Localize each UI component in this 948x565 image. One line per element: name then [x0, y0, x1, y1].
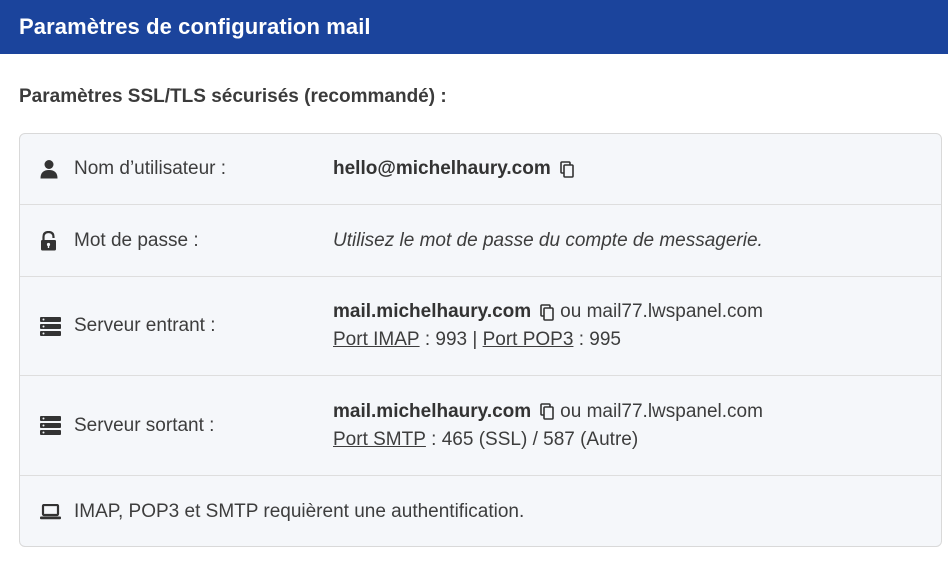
incoming-server-row: Serveur entrant : mail.michelhaury.com o…: [20, 277, 941, 376]
server-icon: [40, 314, 64, 338]
settings-panel: Nom d’utilisateur : hello@michelhaury.co…: [19, 133, 942, 547]
incoming-label: Serveur entrant :: [74, 315, 216, 336]
pop3-port-value: : 995: [573, 329, 621, 350]
username-value: hello@michelhaury.com: [333, 158, 551, 179]
username-value-cell: hello@michelhaury.com: [333, 134, 931, 204]
header-title: Paramètres de configuration mail: [19, 14, 371, 39]
smtp-port-value: : 465 (SSL) / 587 (Autre): [425, 428, 639, 450]
password-row: Mot de passe : Utilisez le mot de passe …: [20, 205, 941, 277]
user-icon: [40, 157, 64, 181]
section-title: Paramètres SSL/TLS sécurisés (recommandé…: [19, 86, 447, 107]
password-value: Utilisez le mot de passe du compte de me…: [333, 229, 763, 251]
auth-label-cell: IMAP, POP3 et SMTP requièrent une authen…: [40, 476, 525, 546]
auth-note: IMAP, POP3 et SMTP requièrent une authen…: [74, 501, 525, 522]
incoming-label-cell: Serveur entrant :: [40, 277, 216, 375]
username-label: Nom d’utilisateur :: [74, 158, 227, 179]
incoming-value-cell: mail.michelhaury.com ou mail77.lwspanel.…: [333, 277, 931, 375]
password-label-cell: Mot de passe :: [40, 205, 199, 276]
password-label: Mot de passe :: [74, 229, 199, 251]
lock-icon: [40, 229, 64, 253]
copy-icon[interactable]: [540, 303, 554, 321]
pop3-port-link[interactable]: Port POP3: [483, 329, 574, 351]
outgoing-alt-host: ou mail77.lwspanel.com: [560, 400, 763, 422]
auth-row: IMAP, POP3 et SMTP requièrent une authen…: [20, 476, 941, 546]
incoming-host: mail.michelhaury.com: [333, 301, 532, 322]
outgoing-label: Serveur sortant :: [74, 414, 215, 436]
outgoing-server-row: Serveur sortant : mail.michelhaury.com o…: [20, 376, 941, 476]
outgoing-label-cell: Serveur sortant :: [40, 376, 214, 475]
outgoing-host: mail.michelhaury.com: [333, 400, 532, 422]
imap-port-link[interactable]: Port IMAP: [333, 329, 420, 351]
laptop-icon: [40, 500, 64, 524]
copy-icon[interactable]: [559, 160, 574, 178]
username-label-cell: Nom d’utilisateur :: [40, 134, 226, 204]
copy-icon[interactable]: [540, 403, 554, 420]
password-value-cell: Utilisez le mot de passe du compte de me…: [333, 205, 931, 276]
outgoing-value-cell: mail.michelhaury.com ou mail77.lwspanel.…: [333, 376, 931, 475]
incoming-alt-host: ou mail77.lwspanel.com: [560, 301, 763, 322]
config-header: Paramètres de configuration mail: [0, 0, 948, 54]
imap-port-value: : 993 |: [419, 329, 483, 350]
username-row: Nom d’utilisateur : hello@michelhaury.co…: [20, 134, 941, 205]
smtp-port-link[interactable]: Port SMTP: [333, 429, 426, 451]
server-icon: [40, 414, 64, 438]
